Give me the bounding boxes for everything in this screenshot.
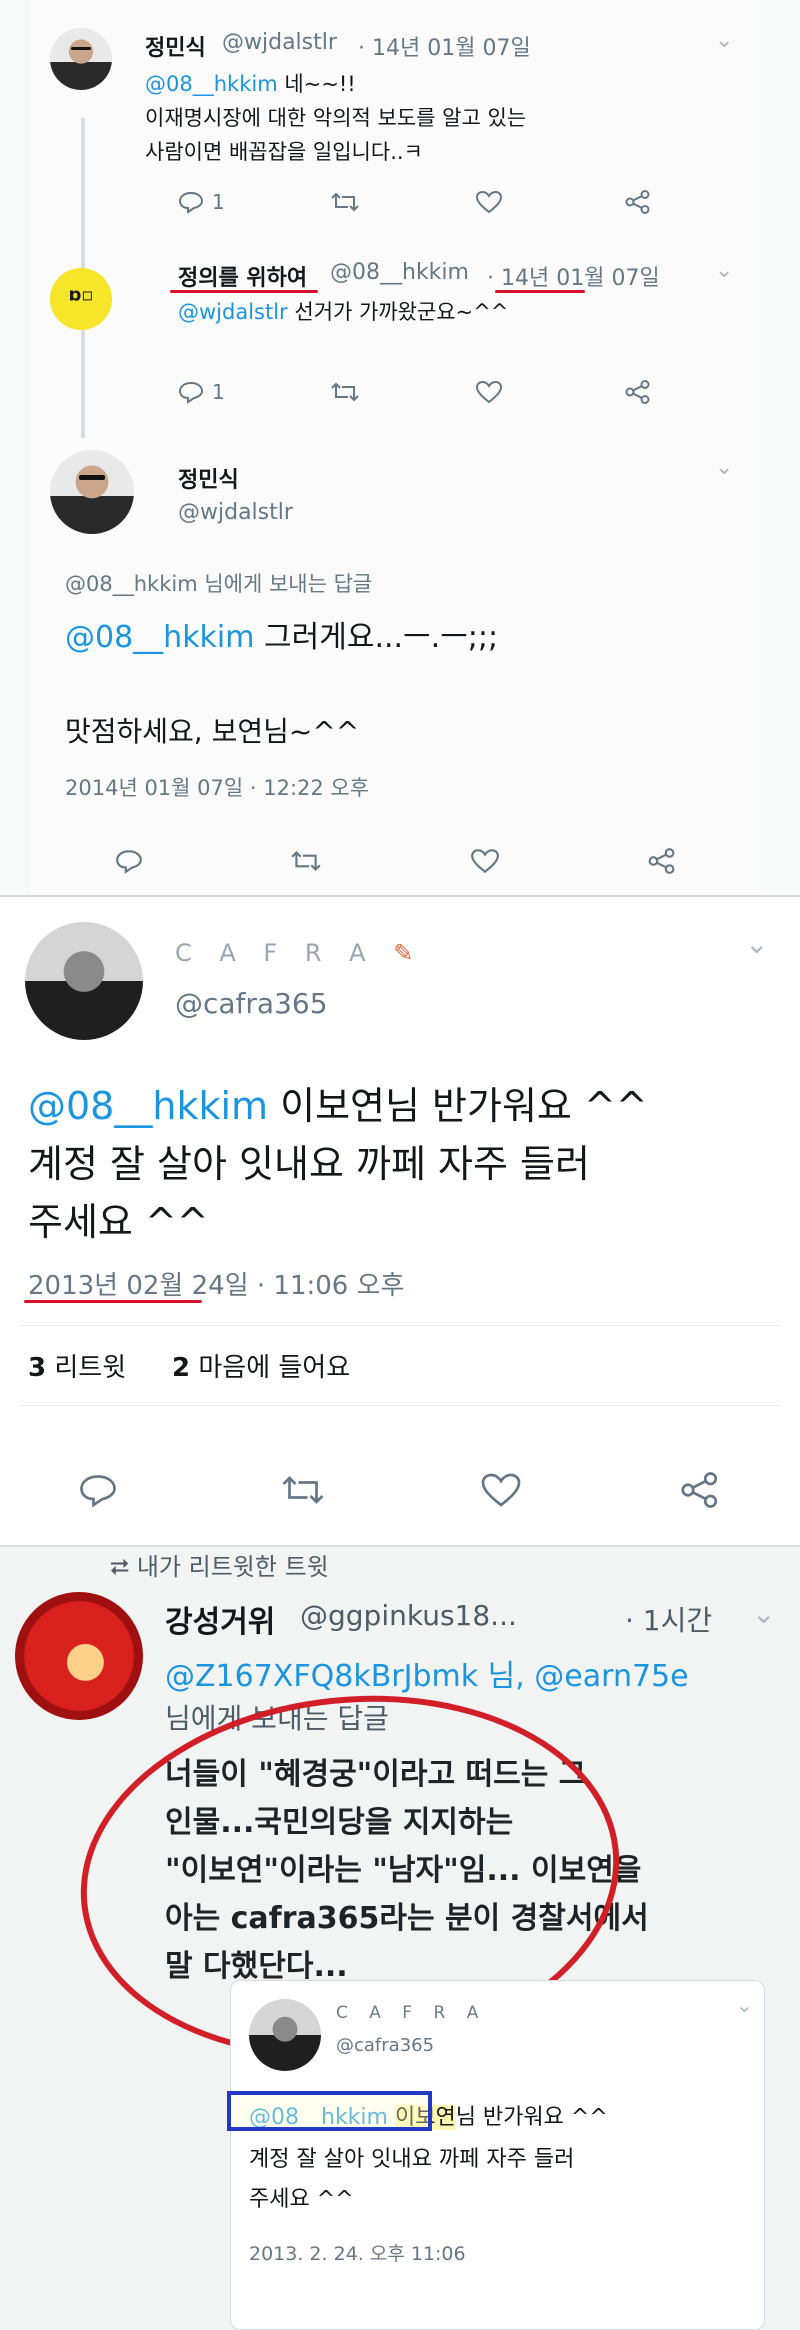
- chevron-down-icon[interactable]: ⌄: [715, 28, 733, 53]
- reply-icon: [178, 381, 204, 404]
- reply-button[interactable]: [78, 1472, 118, 1508]
- reply-to-mentions[interactable]: @Z167XFQ8kBrJbmk 님, @earn75e: [165, 1651, 689, 1695]
- author-name[interactable]: 정의를 위하여: [178, 260, 307, 292]
- author-handle[interactable]: @wjdalstlr: [178, 500, 293, 525]
- author-handle[interactable]: @08__hkkim: [330, 260, 469, 285]
- reply-icon: [178, 191, 204, 214]
- retweet-icon: [331, 192, 359, 212]
- tweet-text-line: 주세요 ^^: [28, 1200, 209, 1244]
- thread-screenshot-panel: 정민식 @wjdalstlr · 14년 01월 07일 ⌄ @08__hkki…: [0, 0, 800, 895]
- like-button[interactable]: [480, 1472, 522, 1508]
- chevron-down-icon[interactable]: ⌄: [715, 455, 733, 480]
- avatar-logo: ɒ▫: [68, 284, 94, 306]
- share-button[interactable]: [625, 380, 651, 404]
- tweet-text-line: 사람이면 배꼽잡을 일입니다..ㅋ: [145, 140, 423, 164]
- divider: [20, 1325, 780, 1326]
- tweet-time[interactable]: · 1시간: [625, 1599, 712, 1639]
- share-icon: [681, 1472, 718, 1508]
- author-handle[interactable]: @wjdalstlr: [222, 30, 337, 55]
- mention-link[interactable]: @08__hkkim: [65, 620, 255, 655]
- tweet-date: · 14년 01월 07일: [358, 36, 531, 61]
- tweet-text-line: @08__hkkim 네~~!!: [145, 72, 356, 96]
- tweet-text-line: @wjdalstlr 선거가 가까왔군요~^^: [178, 300, 509, 324]
- share-button[interactable]: [625, 190, 651, 214]
- red-underline-annotation: [495, 290, 585, 293]
- avatar[interactable]: [25, 922, 143, 1040]
- tweet-timestamp[interactable]: 2014년 01월 07일 · 12:22 오후: [65, 772, 369, 802]
- retweet-icon: ⮂: [110, 1553, 130, 1581]
- tweet-text-line: @08__hkkim 이보연님 반가워요 ^^: [28, 1084, 648, 1128]
- retweet-button[interactable]: [330, 190, 360, 214]
- reply-icon: [80, 1475, 116, 1508]
- chevron-down-icon[interactable]: ⌄: [745, 927, 768, 960]
- author-handle: @cafra365: [336, 2035, 435, 2056]
- tweet-text-line: @08__hkkim 그러게요...ㅡ.ㅡ;;;: [65, 620, 499, 655]
- reply-icon: [116, 850, 142, 874]
- reply-count: 1: [212, 190, 225, 214]
- retweet-icon: [331, 382, 359, 402]
- author-handle[interactable]: @cafra365: [175, 987, 328, 1020]
- tweet-timestamp[interactable]: 2013년 02월 24일 · 11:06 오후: [28, 1265, 404, 1302]
- like-button[interactable]: [475, 190, 503, 214]
- mention-link[interactable]: @wjdalstlr: [178, 300, 288, 324]
- red-underline-annotation: [170, 290, 318, 293]
- author-handle[interactable]: @ggpinkus18...: [300, 1599, 517, 1632]
- avatar[interactable]: [50, 450, 134, 534]
- red-underline-annotation: [24, 1300, 202, 1303]
- retweet-banner[interactable]: ⮂ 내가 리트윗한 트윗: [110, 1547, 329, 1582]
- divider: [20, 1405, 780, 1406]
- tweet-text-line: 맛점하세요, 보연님~^^: [65, 715, 360, 748]
- author-name[interactable]: 강성거위: [165, 1597, 275, 1641]
- share-button[interactable]: [648, 848, 676, 874]
- reply-to-label[interactable]: @08__hkkim 님에게 보내는 답글: [65, 568, 372, 598]
- mention-link[interactable]: @08__hkkim: [145, 72, 278, 96]
- reply-count: 1: [212, 380, 225, 404]
- avatar[interactable]: [15, 1592, 143, 1720]
- reply-button[interactable]: [115, 848, 143, 874]
- author-name[interactable]: 정민식: [178, 462, 239, 494]
- retweet-button[interactable]: [330, 380, 360, 404]
- avatar[interactable]: [50, 28, 112, 90]
- cafra-tweet-panel: C A F R A ✎ @cafra365 ⌄ @08__hkkim 이보연님 …: [0, 895, 800, 1545]
- like-icon: [471, 849, 499, 874]
- tweet-text-line: 계정 잘 살아 잇내요 까페 자주 들러: [249, 2147, 575, 2172]
- quoted-tweet-card[interactable]: C A F R A @cafra365 ⌄ @08__hkkim 이보연님 반가…: [227, 1980, 765, 2330]
- share-button[interactable]: [680, 1472, 720, 1508]
- blue-box-annotation: [227, 2091, 432, 2131]
- like-button[interactable]: [475, 380, 503, 404]
- author-name[interactable]: C A F R A ✎: [175, 939, 413, 967]
- chevron-down-icon[interactable]: ⌄: [736, 1993, 753, 2017]
- like-icon: [481, 1473, 521, 1507]
- share-icon: [625, 380, 650, 404]
- share-icon: [625, 190, 650, 214]
- chevron-down-icon[interactable]: ⌄: [752, 1597, 775, 1630]
- author-name: C A F R A: [336, 2003, 487, 2023]
- retweet-stats[interactable]: 3 리트윗: [28, 1347, 126, 1384]
- reply-button[interactable]: 1: [178, 380, 225, 404]
- avatar: [249, 1999, 321, 2071]
- like-icon: [475, 380, 503, 404]
- tweet-text-line: 이재명시장에 대한 악의적 보도를 알고 있는: [145, 106, 527, 130]
- tweet-timestamp: 2013. 2. 24. 오후 11:06: [249, 2243, 466, 2265]
- reply-button[interactable]: 1: [178, 190, 225, 214]
- avatar[interactable]: ɒ▫: [50, 268, 112, 330]
- retweet-button[interactable]: [280, 1472, 326, 1508]
- share-icon: [648, 848, 675, 874]
- tweet-text-line: 주세요 ^^: [249, 2187, 354, 2212]
- retweet-icon: [291, 850, 321, 872]
- retweet-button[interactable]: [290, 848, 322, 874]
- like-stats[interactable]: 2 마음에 들어요: [172, 1347, 350, 1384]
- pencil-icon: ✎: [393, 939, 414, 967]
- like-icon: [475, 190, 503, 214]
- retweet-icon: [282, 1476, 324, 1504]
- tweet-text-line: 계정 잘 살아 잇내요 까페 자주 들러: [28, 1142, 590, 1186]
- mention-link[interactable]: @08__hkkim: [28, 1084, 268, 1128]
- thread-background: [30, 0, 760, 895]
- tweet-date: · 14년 01월 07일: [487, 266, 660, 291]
- author-name[interactable]: 정민식: [145, 30, 206, 62]
- like-button[interactable]: [470, 848, 500, 874]
- chevron-down-icon[interactable]: ⌄: [715, 258, 733, 283]
